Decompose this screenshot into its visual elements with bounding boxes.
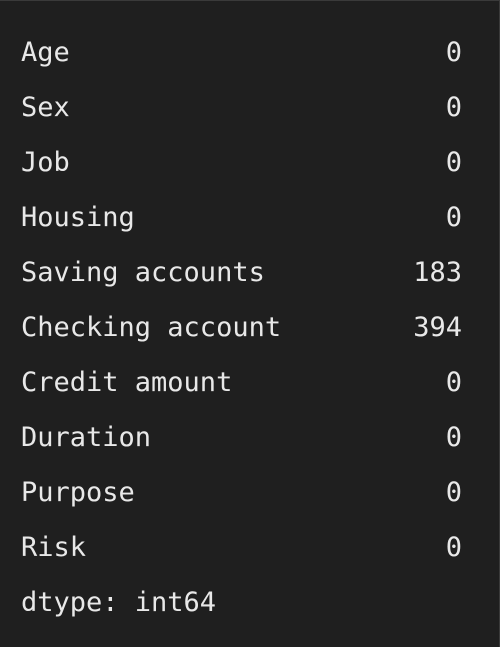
series-row-age: Age 0	[21, 25, 462, 80]
notebook-output-panel: Age 0 Sex 0 Job 0 Housing 0 Saving accou…	[0, 0, 500, 647]
row-value: 0	[445, 367, 462, 398]
row-value: 0	[445, 422, 462, 453]
missing-values-series: Age 0 Sex 0 Job 0 Housing 0 Saving accou…	[21, 25, 462, 630]
row-label: Age	[21, 37, 70, 68]
row-value: 394	[413, 312, 462, 343]
row-value: 0	[445, 532, 462, 563]
row-value: 0	[445, 147, 462, 178]
row-label: Credit amount	[21, 367, 233, 398]
series-row-duration: Duration 0	[21, 410, 462, 465]
series-row-risk: Risk 0	[21, 520, 462, 575]
series-row-job: Job 0	[21, 135, 462, 190]
row-label: Saving accounts	[21, 257, 265, 288]
row-label: Sex	[21, 92, 70, 123]
row-value: 0	[445, 92, 462, 123]
series-row-purpose: Purpose 0	[21, 465, 462, 520]
series-row-sex: Sex 0	[21, 80, 462, 135]
row-value: 0	[445, 202, 462, 233]
series-row-credit-amount: Credit amount 0	[21, 355, 462, 410]
series-row-checking-account: Checking account 394	[21, 300, 462, 355]
row-label: Housing	[21, 202, 135, 233]
row-value: 0	[445, 477, 462, 508]
dtype-line: dtype: int64	[21, 587, 217, 618]
row-value: 0	[445, 37, 462, 68]
row-label: Risk	[21, 532, 87, 563]
row-label: Purpose	[21, 477, 135, 508]
row-label: Duration	[21, 422, 152, 453]
row-label: Checking account	[21, 312, 282, 343]
row-label: Job	[21, 147, 70, 178]
row-value: 183	[413, 257, 462, 288]
series-row-housing: Housing 0	[21, 190, 462, 245]
series-row-saving-accounts: Saving accounts 183	[21, 245, 462, 300]
